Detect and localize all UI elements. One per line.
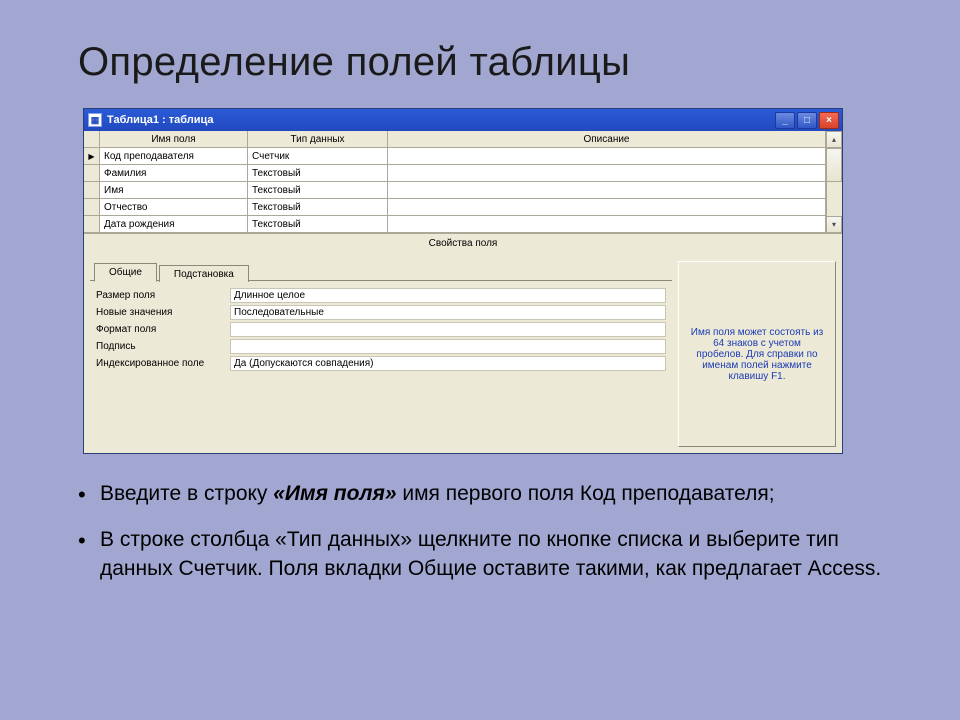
prop-value[interactable]: Да (Допускаются совпадения) bbox=[230, 356, 666, 371]
field-name-cell[interactable]: Отчество bbox=[100, 199, 248, 216]
row-selector[interactable] bbox=[84, 148, 100, 165]
field-type-cell[interactable]: Текстовый bbox=[248, 199, 388, 216]
scroll-track[interactable] bbox=[827, 182, 842, 216]
field-type-cell[interactable]: Текстовый bbox=[248, 182, 388, 199]
prop-label: Размер поля bbox=[96, 290, 230, 301]
close-button[interactable]: × bbox=[819, 112, 839, 129]
field-type-cell[interactable]: Текстовый bbox=[248, 216, 388, 233]
tab-lookup[interactable]: Подстановка bbox=[159, 265, 249, 282]
table-row[interactable]: Отчество Текстовый bbox=[84, 199, 826, 216]
row-selector[interactable] bbox=[84, 165, 100, 182]
field-properties-panel: Общие Подстановка Размер поля Длинное це… bbox=[90, 261, 672, 447]
prop-row[interactable]: Размер поля Длинное целое bbox=[96, 287, 666, 304]
help-text: Имя поля может состоять из 64 знаков с у… bbox=[689, 327, 825, 382]
field-desc-cell[interactable] bbox=[388, 182, 826, 199]
bullet-item: В строке столбца «Тип данных» щелкните п… bbox=[70, 526, 890, 583]
emphasis: «Имя поля» bbox=[273, 482, 396, 505]
prop-label: Индексированное поле bbox=[96, 358, 230, 369]
field-desc-cell[interactable] bbox=[388, 216, 826, 233]
scroll-thumb[interactable] bbox=[827, 148, 842, 182]
minimize-button[interactable]: _ bbox=[775, 112, 795, 129]
prop-row[interactable]: Индексированное поле Да (Допускаются сов… bbox=[96, 355, 666, 372]
col-header-desc[interactable]: Описание bbox=[388, 131, 826, 148]
window-title: Таблица1 : таблица bbox=[107, 114, 214, 126]
field-name-cell[interactable]: Дата рождения bbox=[100, 216, 248, 233]
field-desc-cell[interactable] bbox=[388, 199, 826, 216]
prop-value[interactable] bbox=[230, 339, 666, 354]
table-row[interactable]: Имя Текстовый bbox=[84, 182, 826, 199]
maximize-button[interactable]: □ bbox=[797, 112, 817, 129]
bullet-item: Введите в строку «Имя поля» имя первого … bbox=[70, 480, 890, 508]
field-type-cell[interactable]: Счетчик bbox=[248, 148, 388, 165]
prop-row[interactable]: Подпись bbox=[96, 338, 666, 355]
field-name-cell[interactable]: Фамилия bbox=[100, 165, 248, 182]
row-selector[interactable] bbox=[84, 216, 100, 233]
row-selector[interactable] bbox=[84, 182, 100, 199]
row-selector[interactable] bbox=[84, 199, 100, 216]
access-design-window: ▦ Таблица1 : таблица _ □ × Имя поля Тип … bbox=[83, 108, 843, 454]
field-type-cell[interactable]: Текстовый bbox=[248, 165, 388, 182]
vertical-scrollbar[interactable]: ▴ ▾ bbox=[826, 131, 842, 233]
prop-value[interactable]: Последовательные bbox=[230, 305, 666, 320]
field-desc-cell[interactable] bbox=[388, 148, 826, 165]
field-properties-title: Свойства поля bbox=[84, 233, 842, 251]
table-row[interactable]: Код преподавателя Счетчик bbox=[84, 148, 826, 165]
prop-label: Новые значения bbox=[96, 307, 230, 318]
table-row[interactable]: Фамилия Текстовый bbox=[84, 165, 826, 182]
scroll-up-button[interactable]: ▴ bbox=[827, 131, 842, 148]
row-selector-header bbox=[84, 131, 100, 148]
table-row[interactable]: Дата рождения Текстовый bbox=[84, 216, 826, 233]
scroll-down-button[interactable]: ▾ bbox=[827, 216, 842, 233]
field-name-cell[interactable]: Имя bbox=[100, 182, 248, 199]
prop-label: Подпись bbox=[96, 341, 230, 352]
slide-bullets: Введите в строку «Имя поля» имя первого … bbox=[70, 480, 890, 601]
prop-label: Формат поля bbox=[96, 324, 230, 335]
titlebar[interactable]: ▦ Таблица1 : таблица _ □ × bbox=[84, 109, 842, 131]
prop-value[interactable]: Длинное целое bbox=[230, 288, 666, 303]
slide-title: Определение полей таблицы bbox=[0, 0, 960, 97]
field-name-cell[interactable]: Код преподавателя bbox=[100, 148, 248, 165]
table-icon: ▦ bbox=[88, 113, 102, 127]
col-header-name[interactable]: Имя поля bbox=[100, 131, 248, 148]
prop-row[interactable]: Формат поля bbox=[96, 321, 666, 338]
col-header-type[interactable]: Тип данных bbox=[248, 131, 388, 148]
field-desc-cell[interactable] bbox=[388, 165, 826, 182]
field-grid: Имя поля Тип данных Описание Код препода… bbox=[84, 131, 842, 233]
prop-value[interactable] bbox=[230, 322, 666, 337]
tab-general[interactable]: Общие bbox=[94, 263, 157, 282]
help-panel: Имя поля может состоять из 64 знаков с у… bbox=[678, 261, 836, 447]
prop-row[interactable]: Новые значения Последовательные bbox=[96, 304, 666, 321]
